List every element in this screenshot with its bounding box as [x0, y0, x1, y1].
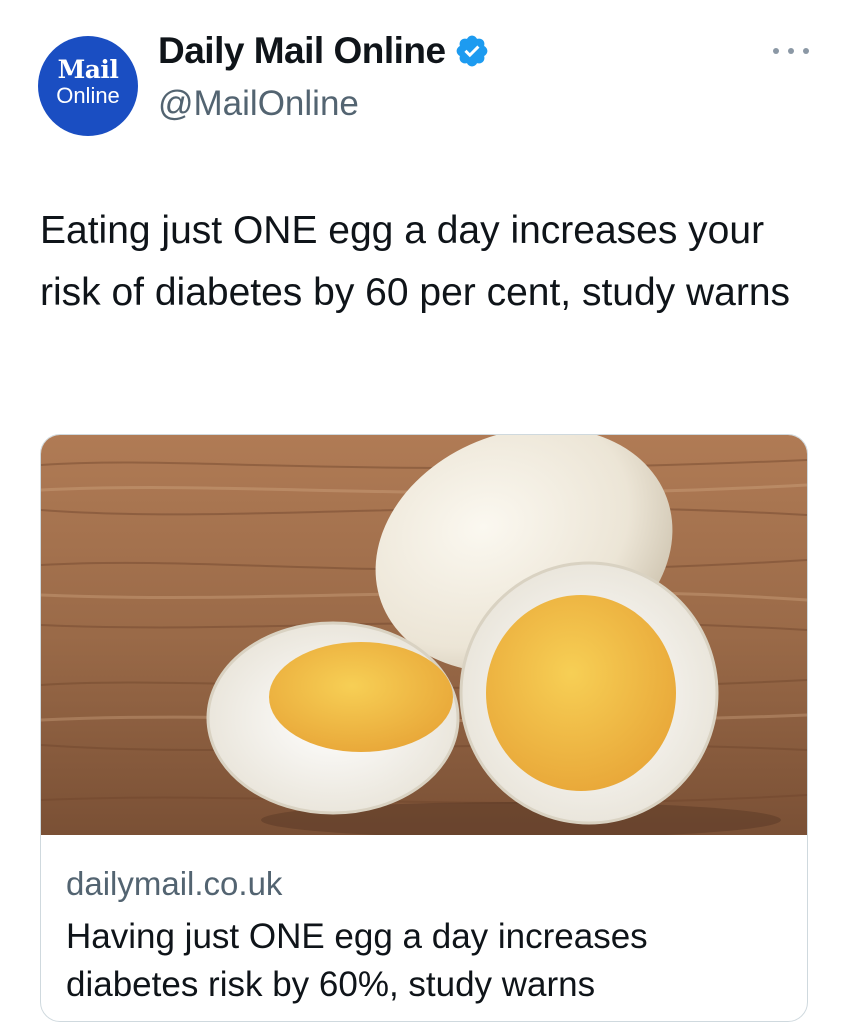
tweet-text: Eating just ONE egg a day increases your…: [40, 209, 791, 314]
display-name[interactable]: Daily Mail Online: [158, 30, 446, 72]
card-image[interactable]: [41, 435, 807, 835]
avatar[interactable]: Mail Online: [38, 36, 138, 136]
author-handle[interactable]: @MailOnline: [158, 84, 359, 124]
avatar-logo-mail: Mail: [57, 55, 119, 84]
boiled-eggs-photo: [41, 435, 807, 835]
card-domain: dailymail.co.uk: [66, 865, 283, 902]
verified-badge-icon: [456, 35, 487, 67]
card-title: Having just ONE egg a day increases diab…: [66, 917, 648, 1004]
link-card[interactable]: dailymail.co.uk Having just ONE egg a da…: [40, 434, 808, 1022]
avatar-logo-online: Online: [56, 83, 120, 108]
author-name-row: Daily Mail Online: [158, 28, 490, 74]
more-horizontal-icon[interactable]: [773, 44, 809, 58]
